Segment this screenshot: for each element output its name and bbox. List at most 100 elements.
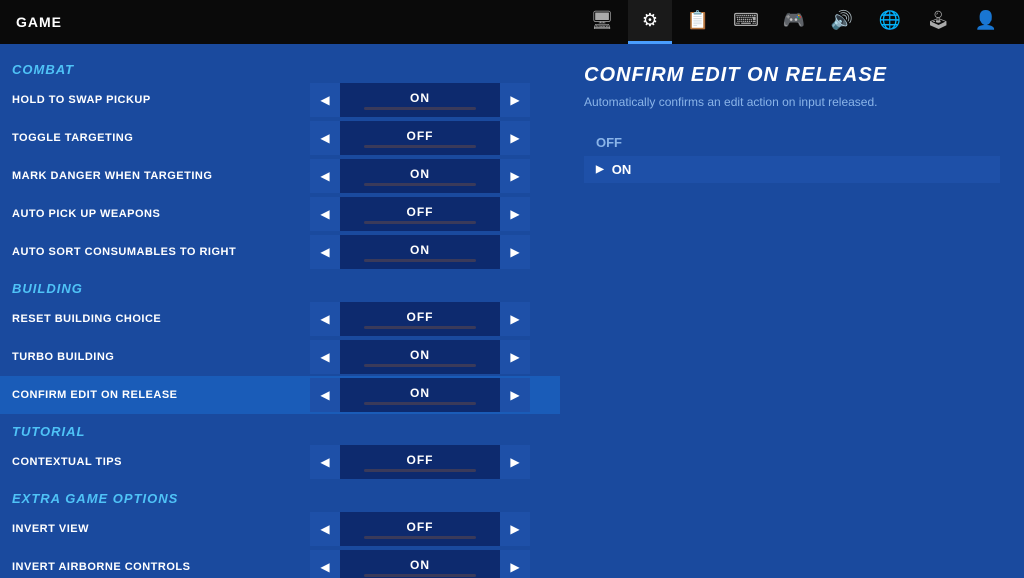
- setting-auto-pickup-control: ◀ OFF ▶: [310, 197, 530, 231]
- hold-swap-prev[interactable]: ◀: [310, 83, 340, 117]
- setting-reset-building[interactable]: RESET BUILDING CHOICE ◀ OFF ▶: [0, 300, 560, 338]
- setting-invert-airborne-label: INVERT AIRBORNE CONTROLS: [12, 561, 310, 573]
- setting-invert-view[interactable]: INVERT VIEW ◀ OFF ▶: [0, 510, 560, 548]
- top-nav: GAME 🖥 ⚙ 📋 ⌨ 🎮 🔊 🌐 🕹 👤: [0, 0, 1024, 44]
- invert-view-bar: [364, 536, 476, 539]
- invert-view-prev[interactable]: ◀: [310, 512, 340, 546]
- mark-danger-bar: [364, 183, 476, 186]
- toggle-targeting-value-box: OFF: [340, 121, 500, 155]
- setting-confirm-edit[interactable]: CONFIRM EDIT ON RELEASE ◀ ON ▶: [0, 376, 560, 414]
- setting-confirm-edit-control: ◀ ON ▶: [310, 378, 530, 412]
- contextual-tips-next[interactable]: ▶: [500, 445, 530, 479]
- setting-auto-pickup[interactable]: AUTO PICK UP WEAPONS ◀ OFF ▶: [0, 195, 560, 233]
- section-extra-header: EXTRA GAME OPTIONS: [0, 481, 560, 510]
- setting-contextual-tips-label: CONTEXTUAL TIPS: [12, 456, 310, 468]
- setting-toggle-targeting[interactable]: TOGGLE TARGETING ◀ OFF ▶: [0, 119, 560, 157]
- invert-view-next[interactable]: ▶: [500, 512, 530, 546]
- setting-contextual-tips[interactable]: CONTEXTUAL TIPS ◀ OFF ▶: [0, 443, 560, 481]
- setting-reset-building-control: ◀ OFF ▶: [310, 302, 530, 336]
- setting-confirm-edit-label: CONFIRM EDIT ON RELEASE: [12, 389, 310, 401]
- nav-monitor[interactable]: 🖥: [580, 0, 624, 44]
- auto-sort-value-box: ON: [340, 235, 500, 269]
- setting-invert-view-control: ◀ OFF ▶: [310, 512, 530, 546]
- contextual-tips-value: OFF: [407, 453, 434, 467]
- nav-network[interactable]: 🌐: [868, 0, 912, 44]
- invert-airborne-prev[interactable]: ◀: [310, 550, 340, 578]
- nav-gear[interactable]: ⚙: [628, 0, 672, 44]
- detail-description: Automatically confirms an edit action on…: [584, 95, 1000, 109]
- auto-pickup-value: OFF: [407, 205, 434, 219]
- turbo-building-bar: [364, 364, 476, 367]
- reset-building-value-box: OFF: [340, 302, 500, 336]
- mark-danger-next[interactable]: ▶: [500, 159, 530, 193]
- setting-hold-swap-control: ◀ ON ▶: [310, 83, 530, 117]
- setting-auto-sort[interactable]: AUTO SORT CONSUMABLES TO RIGHT ◀ ON ▶: [0, 233, 560, 271]
- confirm-edit-bar: [364, 402, 476, 405]
- reset-building-next[interactable]: ▶: [500, 302, 530, 336]
- mark-danger-value-box: ON: [340, 159, 500, 193]
- hold-swap-value: ON: [410, 91, 430, 105]
- section-combat-header: COMBAT: [0, 52, 560, 81]
- turbo-building-prev[interactable]: ◀: [310, 340, 340, 374]
- hold-swap-value-box: ON: [340, 83, 500, 117]
- confirm-edit-next[interactable]: ▶: [500, 378, 530, 412]
- settings-list: COMBAT HOLD TO SWAP PICKUP ◀ ON ▶ TOGGLE…: [0, 44, 560, 578]
- reset-building-bar: [364, 326, 476, 329]
- toggle-targeting-prev[interactable]: ◀: [310, 121, 340, 155]
- option-on[interactable]: ▶ ON: [584, 156, 1000, 183]
- mark-danger-prev[interactable]: ◀: [310, 159, 340, 193]
- option-off[interactable]: OFF: [584, 129, 1000, 156]
- toggle-targeting-bar: [364, 145, 476, 148]
- mark-danger-value: ON: [410, 167, 430, 181]
- auto-sort-prev[interactable]: ◀: [310, 235, 340, 269]
- contextual-tips-bar: [364, 469, 476, 472]
- main-content: COMBAT HOLD TO SWAP PICKUP ◀ ON ▶ TOGGLE…: [0, 44, 1024, 578]
- confirm-edit-prev[interactable]: ◀: [310, 378, 340, 412]
- auto-sort-next[interactable]: ▶: [500, 235, 530, 269]
- detail-panel: CONFIRM EDIT ON RELEASE Automatically co…: [560, 44, 1024, 578]
- auto-sort-value: ON: [410, 243, 430, 257]
- nav-volume[interactable]: 🔊: [820, 0, 864, 44]
- setting-turbo-building[interactable]: TURBO BUILDING ◀ ON ▶: [0, 338, 560, 376]
- reset-building-prev[interactable]: ◀: [310, 302, 340, 336]
- setting-toggle-targeting-control: ◀ OFF ▶: [310, 121, 530, 155]
- setting-auto-pickup-label: AUTO PICK UP WEAPONS: [12, 208, 310, 220]
- setting-mark-danger[interactable]: MARK DANGER WHEN TARGETING ◀ ON ▶: [0, 157, 560, 195]
- setting-invert-airborne-control: ◀ ON ▶: [310, 550, 530, 578]
- setting-hold-swap[interactable]: HOLD TO SWAP PICKUP ◀ ON ▶: [0, 81, 560, 119]
- invert-airborne-value-box: ON: [340, 550, 500, 578]
- hold-swap-next[interactable]: ▶: [500, 83, 530, 117]
- contextual-tips-prev[interactable]: ◀: [310, 445, 340, 479]
- app-title: GAME: [16, 14, 62, 30]
- reset-building-value: OFF: [407, 310, 434, 324]
- turbo-building-next[interactable]: ▶: [500, 340, 530, 374]
- nav-gamepad[interactable]: 🕹: [916, 0, 960, 44]
- setting-invert-airborne[interactable]: INVERT AIRBORNE CONTROLS ◀ ON ▶: [0, 548, 560, 578]
- detail-title: CONFIRM EDIT ON RELEASE: [584, 64, 1000, 87]
- invert-airborne-value: ON: [410, 558, 430, 572]
- auto-pickup-next[interactable]: ▶: [500, 197, 530, 231]
- option-on-arrow: ▶: [596, 164, 604, 175]
- section-tutorial-header: TUTORIAL: [0, 414, 560, 443]
- setting-hold-swap-label: HOLD TO SWAP PICKUP: [12, 94, 310, 106]
- toggle-targeting-next[interactable]: ▶: [500, 121, 530, 155]
- invert-airborne-bar: [364, 574, 476, 577]
- auto-pickup-prev[interactable]: ◀: [310, 197, 340, 231]
- nav-display[interactable]: 📋: [676, 0, 720, 44]
- section-building-header: BUILDING: [0, 271, 560, 300]
- option-off-label: OFF: [596, 135, 622, 150]
- setting-invert-view-label: INVERT VIEW: [12, 523, 310, 535]
- setting-mark-danger-control: ◀ ON ▶: [310, 159, 530, 193]
- setting-auto-sort-label: AUTO SORT CONSUMABLES TO RIGHT: [12, 246, 310, 258]
- nav-controller[interactable]: 🎮: [772, 0, 816, 44]
- toggle-targeting-value: OFF: [407, 129, 434, 143]
- contextual-tips-value-box: OFF: [340, 445, 500, 479]
- invert-airborne-next[interactable]: ▶: [500, 550, 530, 578]
- setting-contextual-tips-control: ◀ OFF ▶: [310, 445, 530, 479]
- auto-sort-bar: [364, 259, 476, 262]
- invert-view-value-box: OFF: [340, 512, 500, 546]
- nav-user[interactable]: 👤: [964, 0, 1008, 44]
- nav-keyboard[interactable]: ⌨: [724, 0, 768, 44]
- hold-swap-bar: [364, 107, 476, 110]
- confirm-edit-value-box: ON: [340, 378, 500, 412]
